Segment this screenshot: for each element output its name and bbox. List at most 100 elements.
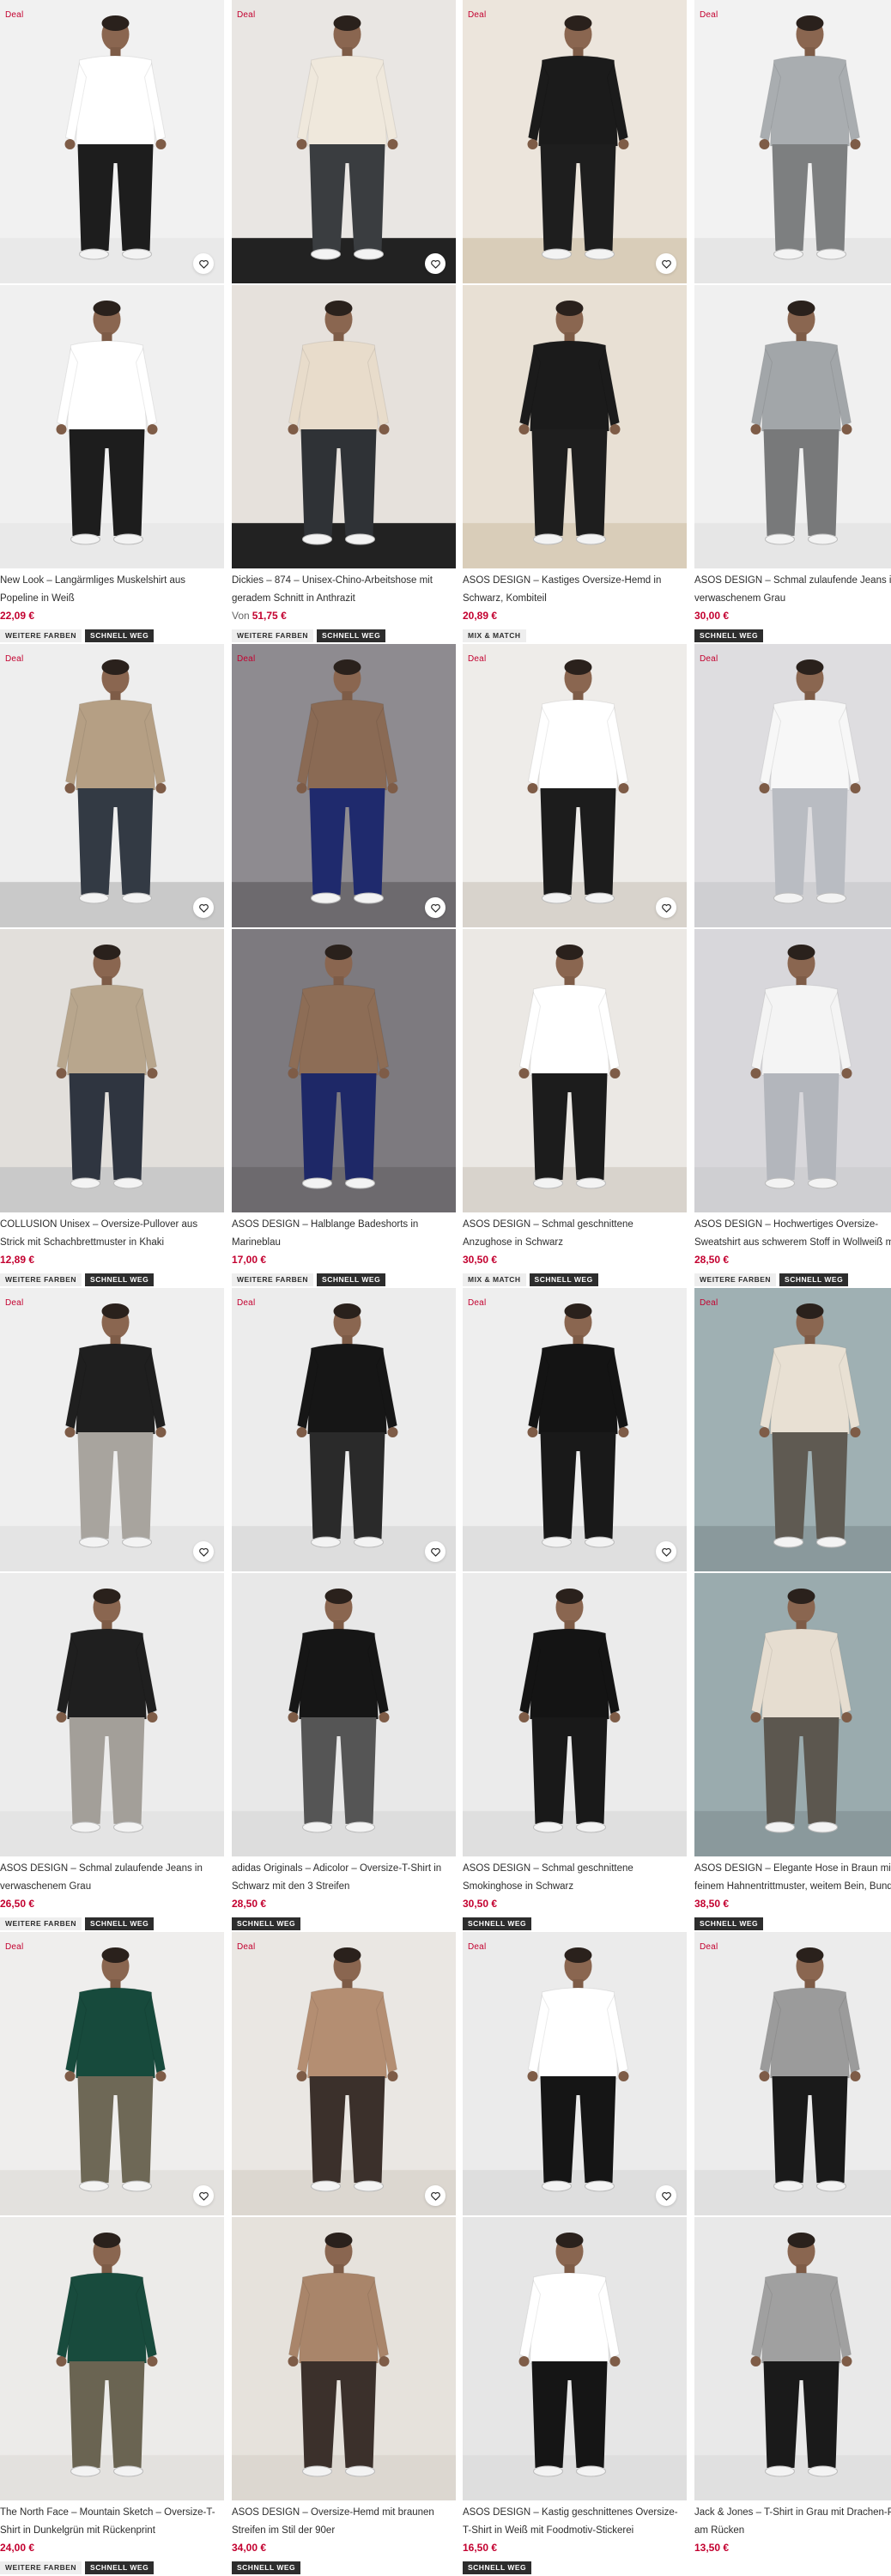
product-title[interactable]: ASOS DESIGN – Schmal zulaufende Jeans in… <box>0 1860 221 1896</box>
product-title[interactable]: ASOS DESIGN – Oversize-Hemd mit braunen … <box>232 2504 453 2540</box>
product-image[interactable]: Deal <box>232 1288 456 1571</box>
price-value: 16,50 € <box>463 2542 498 2554</box>
wishlist-heart-icon[interactable] <box>425 253 446 274</box>
product-title[interactable]: The North Face – Mountain Sketch – Overs… <box>0 2504 221 2540</box>
product-card[interactable]: Deal ASOS DESIGN – Schmal zulaufende Jean… <box>694 0 891 642</box>
deal-badge: Deal <box>5 1298 24 1308</box>
wishlist-heart-icon[interactable] <box>425 897 446 918</box>
product-image[interactable]: Deal <box>232 644 456 927</box>
product-image-alt[interactable] <box>463 2217 687 2500</box>
selling-fast-badge: SCHNELL WEG <box>85 1273 155 1286</box>
wishlist-heart-icon[interactable] <box>193 897 214 918</box>
product-title[interactable]: ASOS DESIGN – Schmal geschnittene Smokin… <box>463 1860 684 1896</box>
product-image-alt[interactable] <box>0 1573 224 1856</box>
product-title[interactable]: ASOS DESIGN – Schmal geschnittene Anzugh… <box>463 1216 684 1252</box>
deal-badge: Deal <box>700 1942 718 1952</box>
product-title[interactable]: Jack & Jones – T-Shirt in Grau mit Drach… <box>694 2504 891 2540</box>
product-image-alt[interactable] <box>694 285 891 568</box>
wishlist-heart-icon[interactable] <box>656 897 676 918</box>
product-badges: MIX & MATCH SCHNELL WEG <box>463 1273 598 1286</box>
wishlist-heart-icon[interactable] <box>425 2185 446 2206</box>
product-image-alt[interactable] <box>694 2217 891 2500</box>
selling-fast-badge: SCHNELL WEG <box>232 1917 301 1930</box>
product-image[interactable]: Deal <box>0 1288 224 1571</box>
wishlist-heart-icon[interactable] <box>425 1541 446 1562</box>
product-image[interactable]: Deal <box>463 644 687 927</box>
product-card[interactable]: Deal Dickies – 874 – Unisex-Chino-Arbeits… <box>232 0 456 642</box>
product-image-alt[interactable] <box>0 929 224 1212</box>
product-card[interactable]: Deal ASOS DESIGN – Elegante Hose in Braun… <box>694 1288 891 1930</box>
more-colours-badge: WEITERE FARBEN <box>232 1273 314 1286</box>
selling-fast-badge: SCHNELL WEG <box>779 1273 849 1286</box>
wishlist-heart-icon[interactable] <box>193 2185 214 2206</box>
product-card[interactable]: Deal ASOS DESIGN – Oversize-Hemd mit brau… <box>232 1932 456 2574</box>
product-title[interactable]: COLLUSION Unisex – Oversize-Pullover aus… <box>0 1216 221 1252</box>
product-image-alt[interactable] <box>694 1573 891 1856</box>
product-image[interactable]: Deal <box>463 0 687 283</box>
deal-badge: Deal <box>5 10 24 20</box>
product-title[interactable]: ASOS DESIGN – Hochwertiges Oversize-Swea… <box>694 1216 891 1252</box>
product-image-alt[interactable] <box>0 285 224 568</box>
product-card[interactable]: Deal ASOS DESIGN – Kastig geschnittenes O… <box>463 1932 687 2574</box>
product-card[interactable]: Deal Jack & Jones – T-Shirt in Grau mit D… <box>694 1932 891 2574</box>
product-title[interactable]: ASOS DESIGN – Schmal zulaufende Jeans in… <box>694 572 891 608</box>
product-card[interactable]: Deal COLLUSION Unisex – Oversize-Pullover… <box>0 644 224 1286</box>
product-title[interactable]: Dickies – 874 – Unisex-Chino-Arbeitshose… <box>232 572 453 608</box>
more-colours-badge: WEITERE FARBEN <box>0 2561 82 2574</box>
product-card[interactable]: Deal adidas Originals – Adicolor – Oversi… <box>232 1288 456 1930</box>
product-image-alt[interactable] <box>232 285 456 568</box>
product-badges: WEITERE FARBEN SCHNELL WEG <box>232 629 386 642</box>
product-title[interactable]: ASOS DESIGN – Elegante Hose in Braun mit… <box>694 1860 891 1896</box>
price-value: 34,00 € <box>232 2542 267 2554</box>
photo-floor <box>463 523 687 568</box>
selling-fast-badge: SCHNELL WEG <box>232 2561 301 2574</box>
product-image[interactable]: Deal <box>0 644 224 927</box>
product-title[interactable]: ASOS DESIGN – Kastiges Oversize-Hemd in … <box>463 572 684 608</box>
product-card[interactable]: Deal ASOS DESIGN – Schmal geschnittene An… <box>463 644 687 1286</box>
product-image-alt[interactable] <box>232 929 456 1212</box>
product-card[interactable]: Deal New Look – Langärmliges Muskelshirt … <box>0 0 224 642</box>
product-image-alt[interactable] <box>694 929 891 1212</box>
product-title[interactable]: New Look – Langärmliges Muskelshirt aus … <box>0 572 221 608</box>
product-image-alt[interactable] <box>0 2217 224 2500</box>
wishlist-heart-icon[interactable] <box>656 253 676 274</box>
product-image-alt[interactable] <box>463 285 687 568</box>
product-card[interactable]: Deal ASOS DESIGN – Schmal geschnittene Sm… <box>463 1288 687 1930</box>
product-card[interactable]: Deal The North Face – Mountain Sketch – O… <box>0 1932 224 2574</box>
product-title[interactable]: ASOS DESIGN – Halblange Badeshorts in Ma… <box>232 1216 453 1252</box>
product-badges: MIX & MATCH <box>463 629 526 642</box>
photo-floor <box>232 2455 456 2500</box>
wishlist-heart-icon[interactable] <box>193 253 214 274</box>
product-image[interactable]: Deal <box>694 1932 891 2215</box>
product-card[interactable]: Deal ASOS DESIGN – Halblange Badeshorts i… <box>232 644 456 1286</box>
product-image[interactable]: Deal <box>232 0 456 283</box>
product-image-alt[interactable] <box>463 1573 687 1856</box>
product-image[interactable]: Deal <box>0 0 224 283</box>
product-image-alt[interactable] <box>232 1573 456 1856</box>
product-image-alt[interactable] <box>463 929 687 1212</box>
product-image[interactable]: Deal <box>0 1932 224 2215</box>
product-image-alt[interactable] <box>232 2217 456 2500</box>
price-value: 20,89 € <box>463 610 498 622</box>
selling-fast-badge: SCHNELL WEG <box>463 1917 532 1930</box>
product-card[interactable]: Deal ASOS DESIGN – Schmal zulaufende Jean… <box>0 1288 224 1930</box>
product-image[interactable]: Deal <box>463 1932 687 2215</box>
photo-floor <box>232 1811 456 1856</box>
product-card[interactable]: Deal ASOS DESIGN – Hochwertiges Oversize-… <box>694 644 891 1286</box>
product-image[interactable]: Deal <box>694 644 891 927</box>
product-price: Von 51,75 € <box>232 610 287 622</box>
product-title[interactable]: adidas Originals – Adicolor – Oversize-T… <box>232 1860 453 1896</box>
product-title[interactable]: ASOS DESIGN – Kastig geschnittenes Overs… <box>463 2504 684 2540</box>
selling-fast-badge: SCHNELL WEG <box>317 629 386 642</box>
wishlist-heart-icon[interactable] <box>193 1541 214 1562</box>
product-image[interactable]: Deal <box>463 1288 687 1571</box>
wishlist-heart-icon[interactable] <box>656 2185 676 2206</box>
price-value: 30,50 € <box>463 1254 498 1266</box>
product-card[interactable]: Deal ASOS DESIGN – Kastiges Oversize-Hemd… <box>463 0 687 642</box>
wishlist-heart-icon[interactable] <box>656 1541 676 1562</box>
product-price: 24,00 € <box>0 2542 34 2554</box>
product-image[interactable]: Deal <box>694 0 891 283</box>
photo-floor <box>0 1167 224 1212</box>
product-image[interactable]: Deal <box>232 1932 456 2215</box>
product-image[interactable]: Deal <box>694 1288 891 1571</box>
